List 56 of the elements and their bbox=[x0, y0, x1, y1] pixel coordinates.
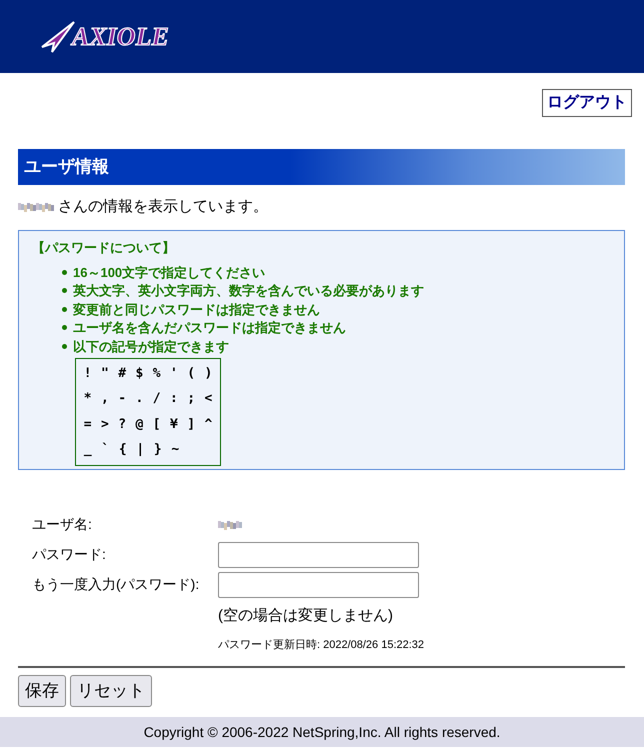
symbol-cell-text: < bbox=[203, 390, 214, 408]
rule-text: 英大文字、英小文字両方、数字を含んでいる必要があります bbox=[73, 282, 424, 300]
bullet-icon bbox=[62, 325, 67, 330]
symbol-cell-text: ; bbox=[186, 390, 196, 408]
symbol-cell-text: { bbox=[118, 441, 128, 459]
field-label: もう一度入力(パスワード): bbox=[32, 575, 200, 594]
symbol-cell-text: ¥ bbox=[168, 416, 179, 434]
symbol-cell-text: # bbox=[117, 364, 128, 382]
bullet-icon bbox=[62, 270, 67, 275]
password-updated-text: パスワード更新日時: 2022/08/26 15:22:32 bbox=[218, 638, 426, 653]
rule-text: 以下の記号が指定できます bbox=[73, 338, 229, 356]
field-label: ユーザ名: bbox=[32, 515, 93, 534]
symbol-cell-text: } bbox=[152, 441, 163, 459]
intro-text: さんの情報を表示しています。 bbox=[58, 197, 268, 217]
symbol-cell-text: ' bbox=[168, 364, 179, 382]
symbol-cell-text: . bbox=[134, 390, 144, 408]
symbol-cell-text: ) bbox=[203, 364, 214, 382]
redacted-name-icon bbox=[18, 202, 54, 212]
symbol-cell-text: | bbox=[135, 441, 146, 459]
section-title: ユーザ情報 bbox=[18, 149, 625, 185]
symbol-cell-text: = bbox=[82, 416, 93, 434]
password-field[interactable] bbox=[218, 542, 419, 568]
hint-text: (空の場合は変更しません) bbox=[218, 606, 394, 626]
symbol-cell-text: @ bbox=[134, 416, 144, 434]
rules-title: 【パスワードについて】 bbox=[32, 238, 176, 256]
symbol-cell-text: _ bbox=[82, 441, 93, 459]
bullet-icon bbox=[62, 288, 67, 294]
redacted-name-icon bbox=[218, 520, 242, 530]
bullet-icon bbox=[62, 344, 67, 349]
copyright-text: Copyright © 2006-2022 NetSpring,Inc. All rights reserved. bbox=[144, 722, 500, 742]
rule-text: 変更前と同じパスワードは指定できません bbox=[73, 300, 320, 318]
symbol-cell-text: " bbox=[100, 364, 110, 382]
symbol-cell-text: - bbox=[117, 390, 128, 408]
bullet-icon bbox=[62, 306, 67, 312]
symbol-cell-text: , bbox=[100, 390, 110, 408]
symbol-cell-text: ] bbox=[186, 416, 196, 434]
symbol-cell-text: ? bbox=[117, 416, 128, 434]
symbol-cell-text: * bbox=[82, 390, 93, 408]
symbol-cell-text: ! bbox=[82, 364, 93, 382]
symbol-cell-text: ( bbox=[186, 364, 196, 382]
symbol-cell-text: : bbox=[168, 390, 179, 408]
symbol-cell-text: / bbox=[152, 390, 162, 408]
symbol-cell-text: > bbox=[100, 416, 110, 434]
symbol-cell-text: % bbox=[152, 364, 162, 382]
symbol-cell-text: ~ bbox=[170, 441, 180, 459]
symbol-cell-text: [ bbox=[152, 416, 162, 434]
symbol-cell-text: ` bbox=[100, 441, 110, 459]
field-label: パスワード: bbox=[32, 545, 107, 564]
password-field[interactable] bbox=[218, 572, 419, 598]
save-button[interactable]: 保存 bbox=[18, 674, 66, 706]
rule-text: 16～100文字で指定してください bbox=[73, 264, 266, 282]
symbol-cell-text: ^ bbox=[203, 416, 214, 434]
logout-button[interactable]: ログアウト bbox=[542, 89, 632, 117]
reset-button[interactable]: リセット bbox=[70, 674, 152, 706]
rule-text: ユーザ名を含んだパスワードは指定できません bbox=[73, 319, 346, 337]
symbol-cell-text: $ bbox=[134, 364, 144, 382]
